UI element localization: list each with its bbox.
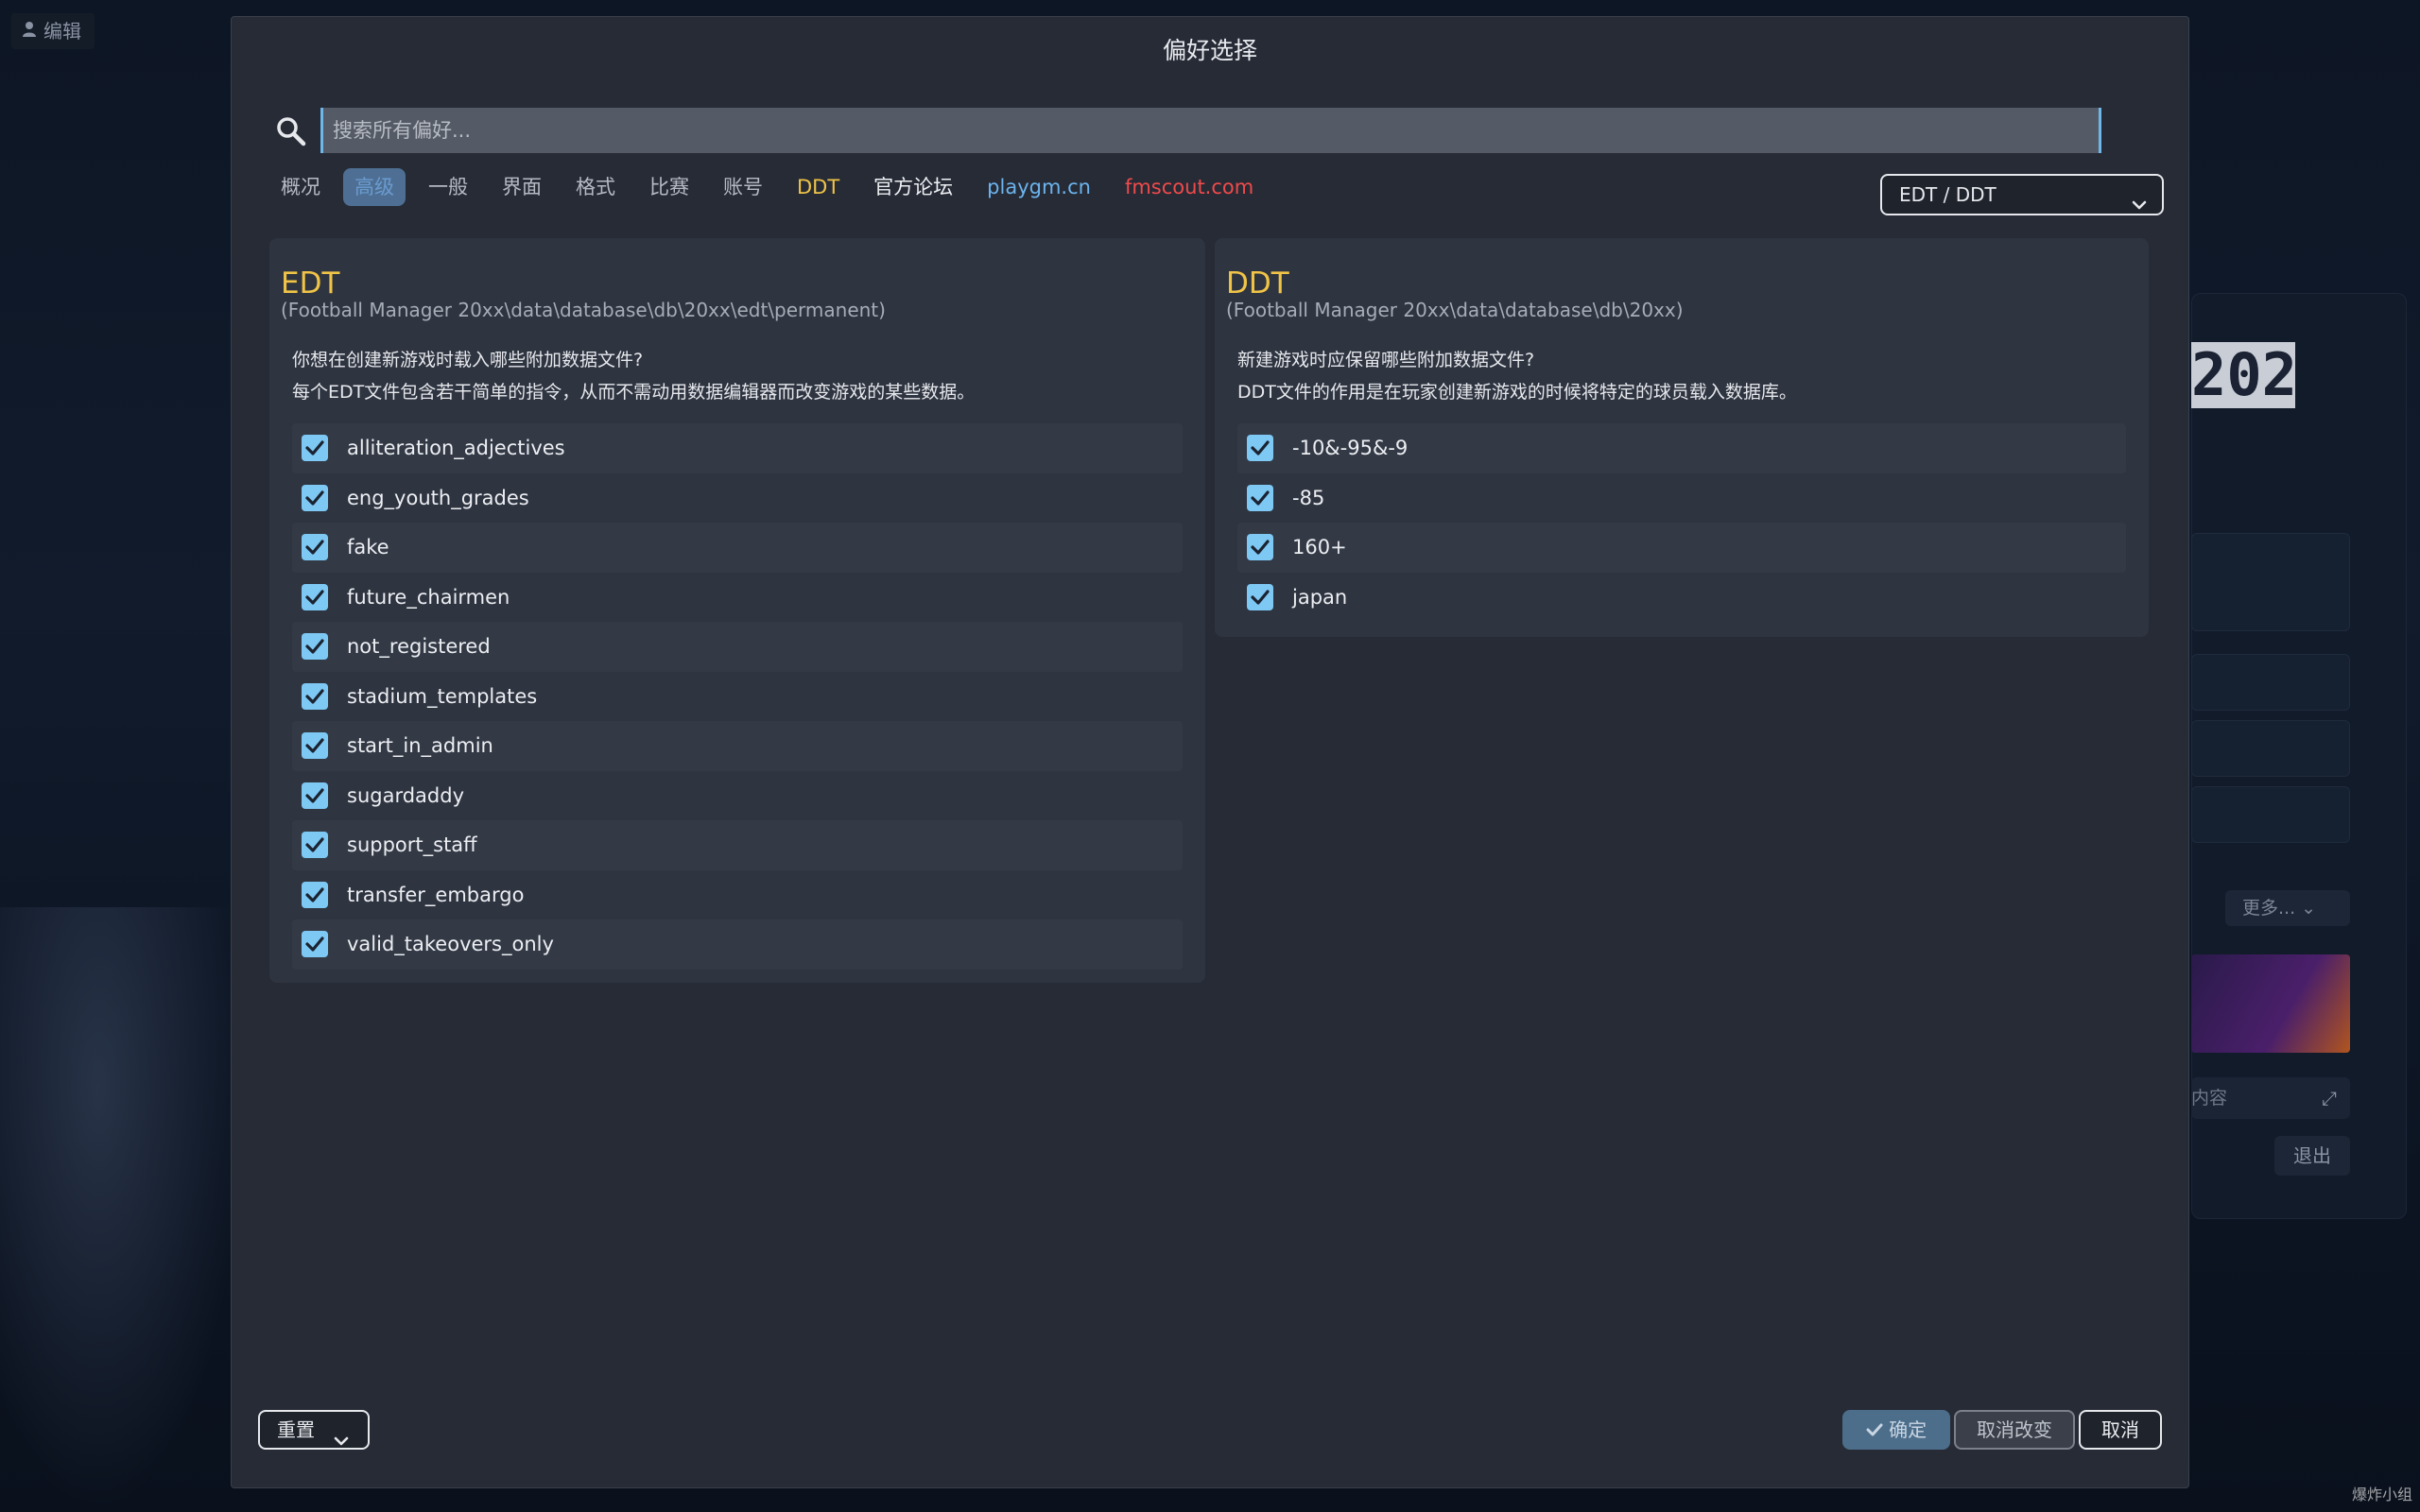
tab-official-forum[interactable]: 官方论坛	[862, 168, 964, 206]
list-item-label: eng_youth_grades	[347, 486, 529, 509]
reset-button[interactable]: 重置	[258, 1410, 370, 1450]
tab-interface[interactable]: 界面	[491, 168, 553, 206]
expand-icon: ⤢	[2322, 1087, 2337, 1109]
list-item-label: -10&-95&-9	[1292, 437, 1409, 460]
edt-file-list: alliteration_adjectives eng_youth_gradesf…	[292, 423, 1183, 970]
list-item[interactable]: not_registered	[292, 622, 1183, 672]
checkmark-icon	[1866, 1418, 1889, 1441]
list-item-label: start_in_admin	[347, 734, 493, 758]
edit-button[interactable]: 编辑	[11, 13, 95, 49]
list-item-label: support_staff	[347, 833, 477, 857]
background-exit-button: 退出	[2274, 1136, 2350, 1176]
ddt-file-list: -10&-95&-9 -85 160+ japan	[1237, 423, 2126, 622]
list-item-label: transfer_embargo	[347, 883, 525, 906]
list-item-label: fake	[347, 536, 389, 559]
edit-label: 编辑	[43, 20, 81, 43]
list-item[interactable]: -85	[1237, 473, 2126, 524]
checkbox[interactable]	[1247, 583, 1273, 610]
list-item-label: alliteration_adjectives	[347, 437, 565, 460]
tab-match[interactable]: 比赛	[638, 168, 700, 206]
reset-label: 重置	[277, 1418, 315, 1441]
checkbox[interactable]	[302, 583, 328, 610]
tab-advanced[interactable]: 高级	[343, 168, 406, 206]
list-item-label: sugardaddy	[347, 783, 465, 807]
tab-general[interactable]: 一般	[417, 168, 479, 206]
background-card	[2191, 720, 2350, 777]
ddt-question: 新建游戏时应保留哪些附加数据文件?	[1237, 350, 1535, 370]
checkbox[interactable]	[302, 633, 328, 661]
list-item-label: stadium_templates	[347, 684, 538, 708]
preferences-dialog: 偏好选择 概况 高级 一般 界面 格式 比赛 账号 DDT 官方论坛 playg…	[231, 16, 2189, 1488]
list-item[interactable]: -10&-95&-9	[1237, 423, 2126, 473]
search-icon	[275, 115, 307, 147]
list-item[interactable]: support_staff	[292, 820, 1183, 870]
checkbox[interactable]	[1247, 435, 1273, 462]
background-banner	[2191, 954, 2350, 1053]
search-input[interactable]	[320, 108, 2101, 153]
chevron-down-icon	[334, 1424, 349, 1446]
list-item-label: japan	[1292, 585, 1348, 609]
background-card	[2191, 533, 2350, 631]
ddt-description: DDT文件的作用是在玩家创建新游戏的时候将特定的球员载入数据库。	[1237, 382, 1797, 403]
checkbox[interactable]	[302, 732, 328, 760]
list-item[interactable]: eng_youth_grades	[292, 473, 1183, 524]
background-city-lights	[0, 907, 246, 1512]
edt-description: 每个EDT文件包含若干简单的指令，从而不需动用数据编辑器而改变游戏的某些数据。	[292, 382, 976, 403]
list-item[interactable]: transfer_embargo	[292, 870, 1183, 920]
link-playgm[interactable]: playgm.cn	[976, 168, 1102, 206]
edt-title: EDT	[281, 266, 340, 301]
section-select-value: EDT / DDT	[1899, 183, 1996, 206]
watermark: 爆炸小组	[2351, 1486, 2412, 1503]
list-item[interactable]: future_chairmen	[292, 573, 1183, 623]
list-item[interactable]: sugardaddy	[292, 771, 1183, 821]
list-item[interactable]: alliteration_adjectives	[292, 423, 1183, 473]
ddt-title: DDT	[1226, 266, 1289, 301]
section-select[interactable]: EDT / DDT	[1880, 174, 2164, 215]
tab-format[interactable]: 格式	[564, 168, 627, 206]
checkbox[interactable]	[302, 435, 328, 462]
ok-label: 确定	[1889, 1418, 1927, 1441]
checkbox[interactable]	[302, 832, 328, 859]
edt-question: 你想在创建新游戏时载入哪些附加数据文件?	[292, 350, 644, 370]
tab-overview[interactable]: 概况	[269, 168, 332, 206]
checkbox[interactable]	[302, 484, 328, 511]
tab-bar: 概况 高级 一般 界面 格式 比赛 账号 DDT 官方论坛 playgm.cn …	[269, 168, 1276, 206]
checkbox[interactable]	[302, 682, 328, 710]
list-item-label: 160+	[1292, 536, 1347, 559]
checkbox[interactable]	[302, 931, 328, 958]
background-more-button: 更多... ⌄	[2225, 890, 2350, 926]
tab-ddt[interactable]: DDT	[786, 168, 851, 206]
background-card	[2191, 654, 2350, 711]
list-item-label: -85	[1292, 486, 1325, 509]
list-item[interactable]: japan	[1237, 573, 2126, 623]
ddt-path: (Football Manager 20xx\data\database\db\…	[1226, 299, 1684, 321]
checkbox[interactable]	[302, 881, 328, 908]
cancel-button[interactable]: 取消	[2079, 1410, 2162, 1450]
checkbox[interactable]	[1247, 484, 1273, 511]
ddt-panel: DDT (Football Manager 20xx\data\database…	[1215, 238, 2149, 637]
list-item-label: valid_takeovers_only	[347, 933, 554, 956]
ok-button[interactable]: 确定	[1842, 1410, 1950, 1450]
checkbox[interactable]	[1247, 534, 1273, 561]
list-item[interactable]: 160+	[1237, 523, 2126, 573]
list-item[interactable]: fake	[292, 523, 1183, 573]
revert-changes-button[interactable]: 取消改变	[1954, 1410, 2075, 1450]
background-year-logo: 2024	[2191, 342, 2295, 408]
person-icon	[21, 13, 38, 49]
chevron-down-icon	[2132, 187, 2147, 210]
background-content-bar: 内容 ⤢	[2191, 1077, 2350, 1119]
dialog-title: 偏好选择	[1162, 37, 1257, 64]
list-item[interactable]: valid_takeovers_only	[292, 919, 1183, 970]
list-item-label: not_registered	[347, 635, 491, 659]
background-card	[2191, 786, 2350, 843]
list-item[interactable]: start_in_admin	[292, 721, 1183, 771]
edt-panel: EDT (Football Manager 20xx\data\database…	[269, 238, 1205, 983]
edt-path: (Football Manager 20xx\data\database\db\…	[281, 299, 886, 321]
link-fmscout[interactable]: fmscout.com	[1114, 168, 1265, 206]
checkbox[interactable]	[302, 782, 328, 809]
list-item[interactable]: stadium_templates	[292, 672, 1183, 722]
list-item-label: future_chairmen	[347, 585, 510, 609]
tab-account[interactable]: 账号	[712, 168, 774, 206]
checkbox[interactable]	[302, 534, 328, 561]
